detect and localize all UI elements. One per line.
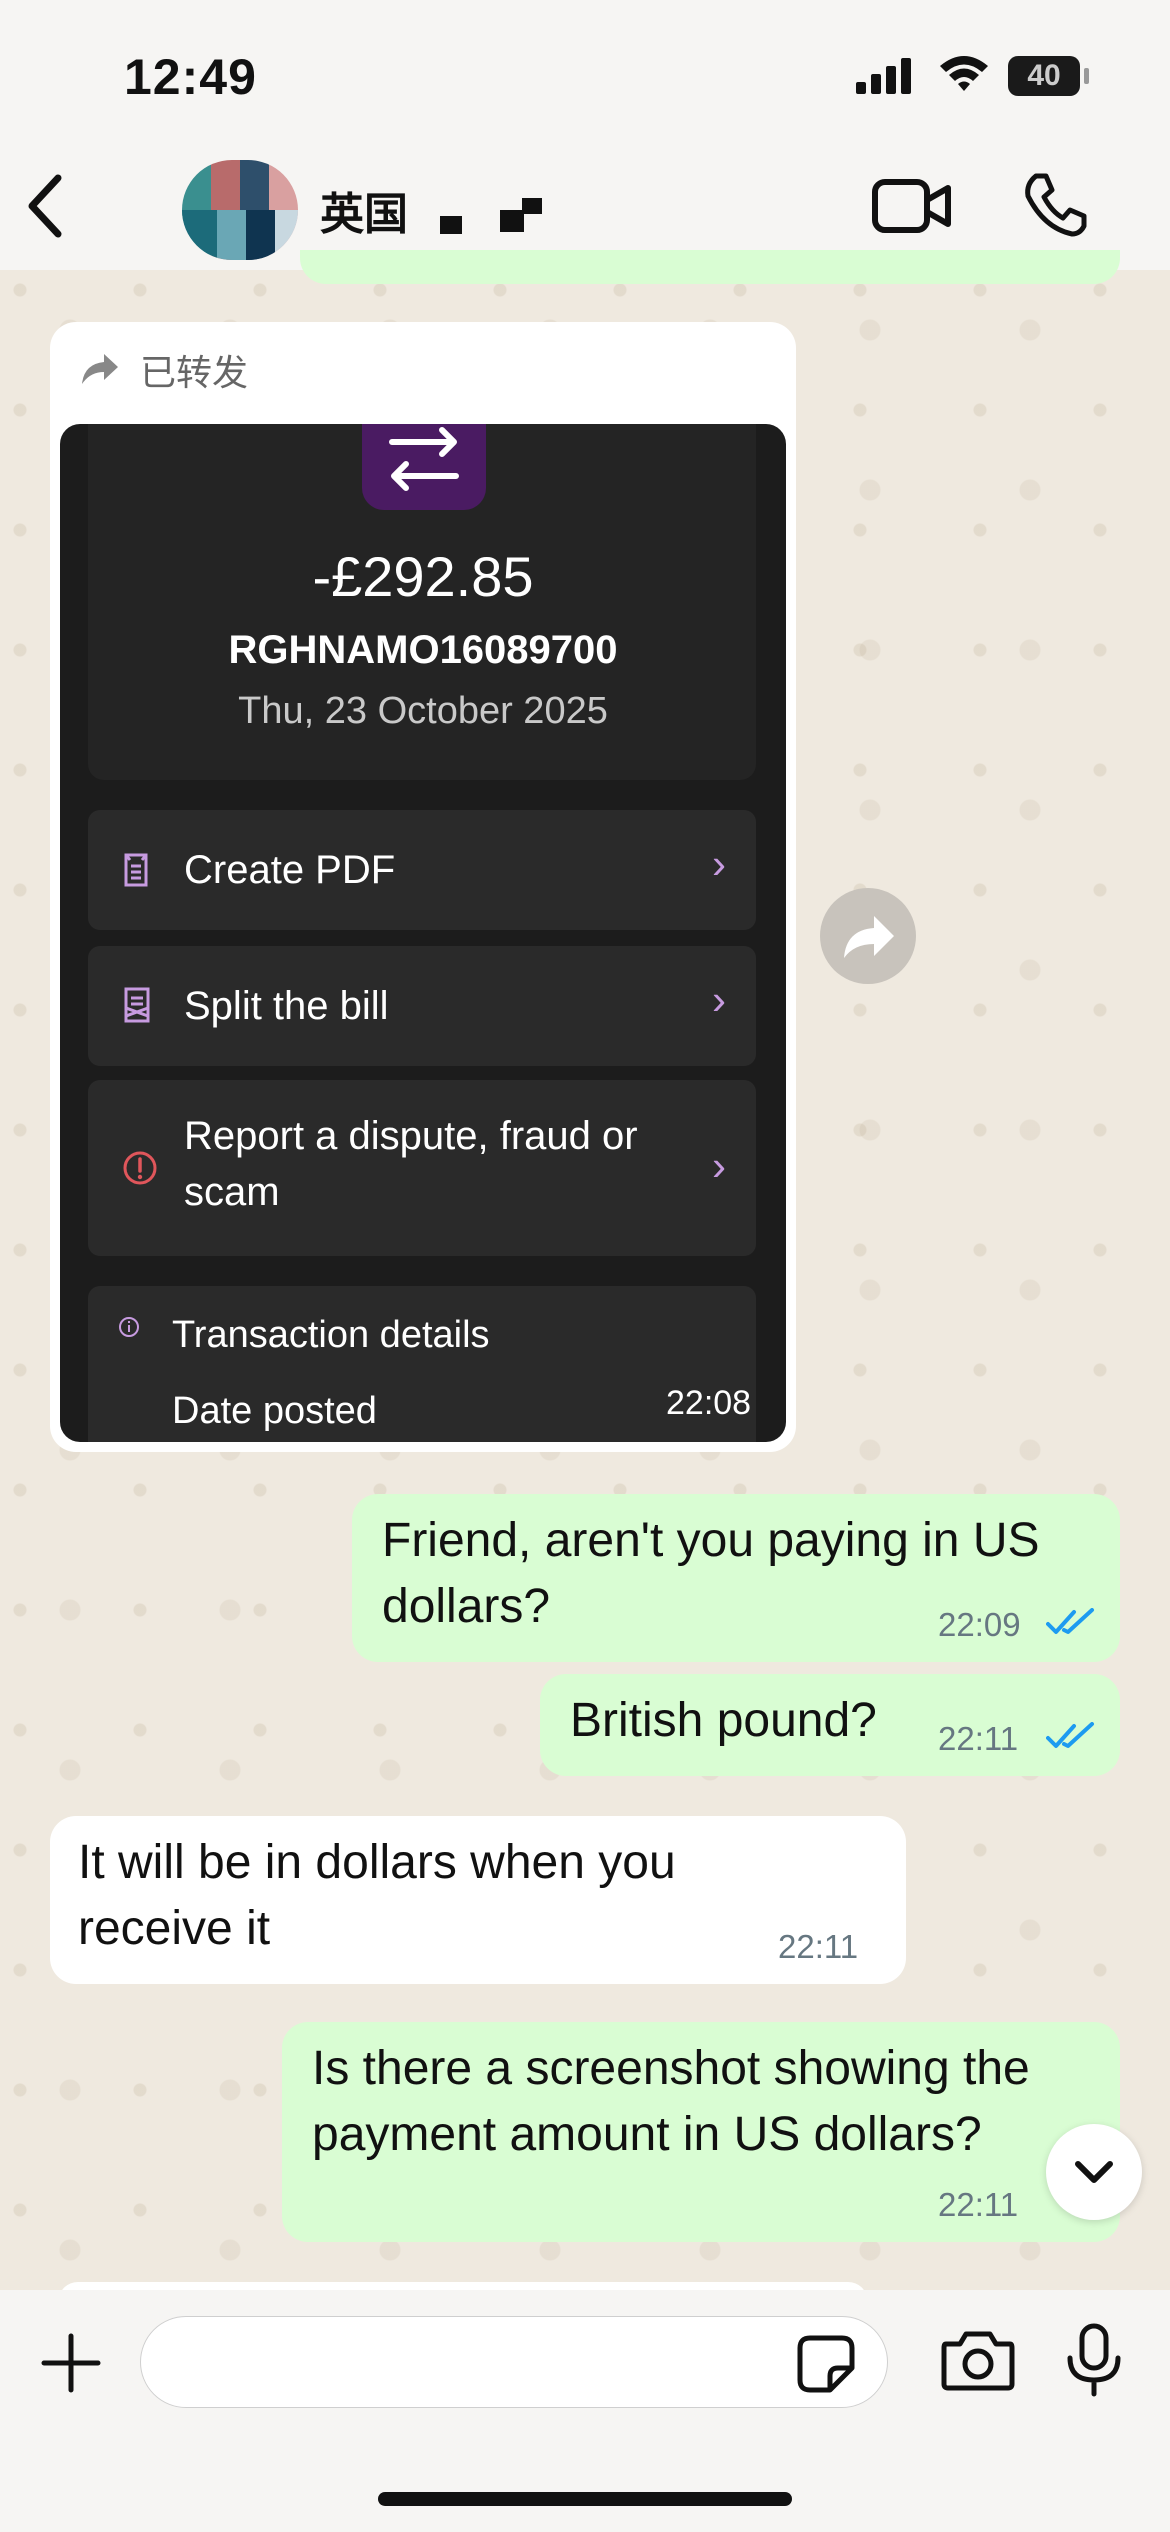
previous-message-bubble — [300, 250, 1120, 284]
message-text: It will be in dollars when you receive i… — [78, 1836, 676, 1955]
message-time: 22:09 — [938, 1606, 1021, 1643]
message-time: 22:08 — [666, 1384, 752, 1422]
date-posted-label: Date posted — [172, 1390, 377, 1432]
chevron-left-icon[interactable] — [20, 170, 70, 242]
message-bubble-out[interactable]: British pound? 22:11 — [540, 1674, 1120, 1776]
message-time: 22:11 — [938, 1720, 1019, 1757]
battery-icon: 40 — [1008, 56, 1080, 96]
transaction-details-title: Transaction details — [172, 1314, 490, 1356]
battery-cap — [1084, 68, 1089, 84]
contact-name[interactable]: 英国 — [320, 178, 408, 242]
battery-level: 40 — [1027, 59, 1061, 92]
avatar[interactable] — [182, 160, 298, 260]
camera-icon[interactable] — [940, 2328, 1016, 2392]
wifi-icon — [940, 56, 988, 91]
report-dispute-row: Report a dispute, fraud or scam › — [88, 1080, 756, 1256]
create-pdf-row: Create PDF › — [88, 810, 756, 930]
split-bill-row: Split the bill › — [88, 946, 756, 1066]
scroll-to-bottom-button[interactable] — [1046, 2124, 1142, 2220]
document-icon — [124, 853, 148, 887]
redacted-name-pixel — [440, 216, 462, 234]
cellular-signal-icon — [856, 58, 911, 94]
create-pdf-label: Create PDF — [184, 848, 396, 892]
message-bubble-out[interactable]: Friend, aren't you paying in US dollars?… — [352, 1494, 1120, 1662]
alert-circle-icon — [123, 1151, 157, 1185]
home-indicator — [378, 2492, 792, 2506]
status-time: 12:49 — [124, 49, 257, 105]
forwarded-screenshot[interactable]: -£292.85 RGHNAMO16089700 Thu, 23 October… — [60, 424, 786, 1442]
redacted-name-pixel — [500, 210, 524, 232]
split-receipt-icon — [124, 987, 150, 1023]
transaction-date: Thu, 23 October 2025 — [238, 690, 608, 732]
chevron-right-icon: › — [712, 976, 726, 1023]
forward-button[interactable] — [820, 888, 916, 984]
transaction-amount: -£292.85 — [312, 545, 534, 608]
microphone-icon[interactable] — [1064, 2322, 1124, 2398]
forward-arrow-icon — [844, 916, 894, 958]
message-bubble-out[interactable]: Is there a screenshot showing the paymen… — [282, 2022, 1120, 2242]
message-time: 22:11 — [778, 1928, 859, 1965]
forwarded-label: 已转发 — [140, 352, 249, 393]
transfer-arrows-icon — [389, 427, 459, 491]
message-input[interactable] — [140, 2316, 888, 2408]
message-time: 22:11 — [938, 2186, 1019, 2223]
redacted-name-pixel — [522, 198, 542, 214]
forward-arrow-icon — [82, 354, 118, 384]
chevron-right-icon: › — [712, 840, 726, 887]
video-camera-icon[interactable] — [872, 176, 952, 236]
transaction-reference: RGHNAMO16089700 — [228, 628, 618, 672]
message-text: British pound? — [570, 1694, 877, 1747]
info-icon — [119, 1317, 139, 1337]
sticker-icon[interactable] — [796, 2334, 856, 2394]
double-check-read-icon — [1046, 1608, 1094, 1634]
report-dispute-label: Report a dispute, fraud or scam — [184, 1114, 638, 1214]
phone-icon[interactable] — [1022, 172, 1088, 238]
double-check-read-icon — [1046, 1722, 1094, 1748]
chevron-down-icon — [1075, 2161, 1113, 2183]
plus-icon[interactable] — [38, 2330, 104, 2396]
split-bill-label: Split the bill — [184, 984, 389, 1028]
message-text: Is there a screenshot showing the paymen… — [312, 2042, 1030, 2161]
chevron-right-icon: › — [712, 1142, 726, 1189]
message-bubble-in[interactable]: It will be in dollars when you receive i… — [50, 1816, 906, 1984]
transfer-logo — [362, 424, 486, 510]
